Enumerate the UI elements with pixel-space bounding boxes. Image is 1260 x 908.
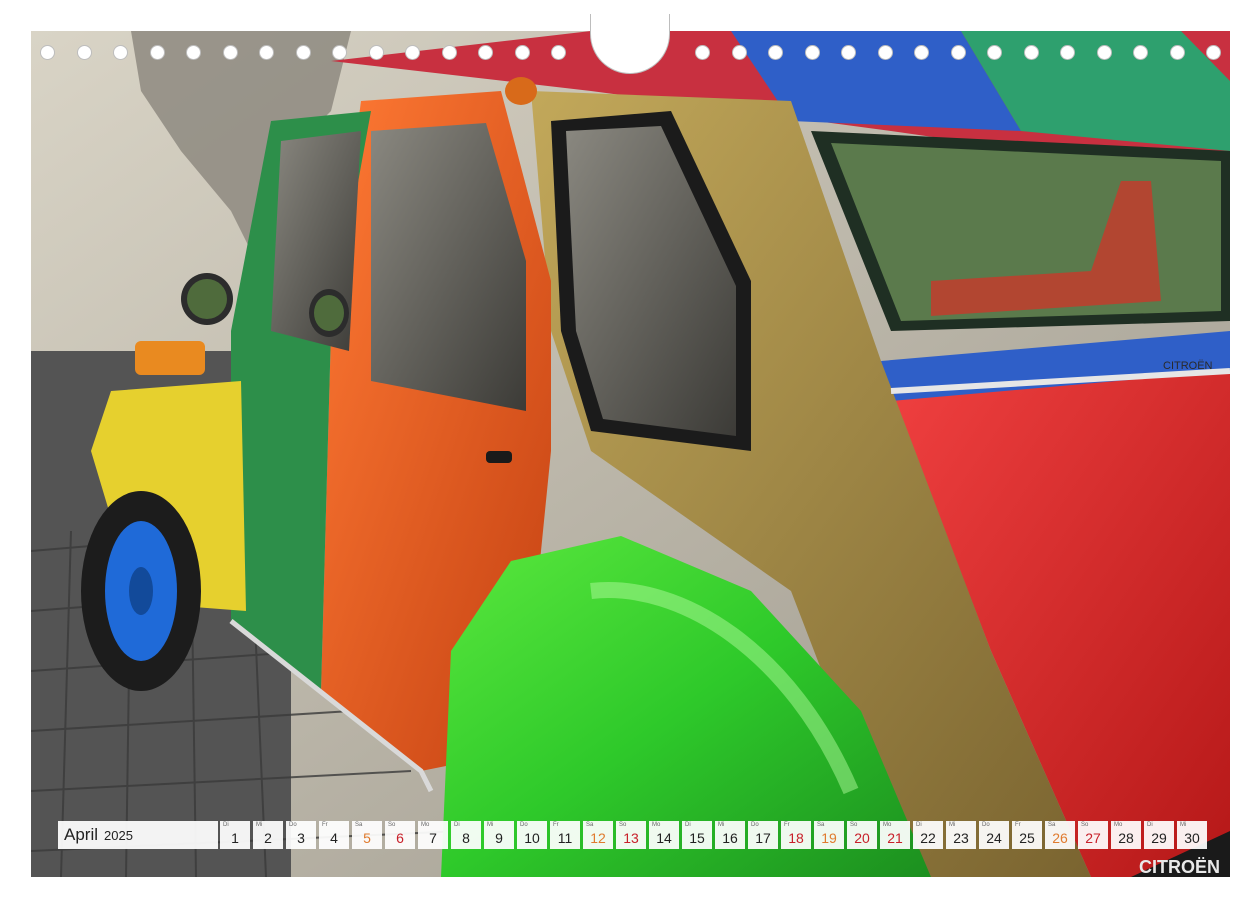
day-number: 16 bbox=[722, 830, 738, 846]
day-cell: Sa 19 bbox=[814, 821, 844, 849]
weekday-label: So bbox=[850, 822, 858, 828]
weekday-label: Di bbox=[916, 822, 922, 828]
day-number: 22 bbox=[920, 830, 936, 846]
day-number: 27 bbox=[1085, 830, 1101, 846]
weekday-label: Sa bbox=[817, 822, 825, 828]
weekday-label: Sa bbox=[586, 822, 594, 828]
weekday-label: Do bbox=[751, 822, 759, 828]
day-cell: Di 1 bbox=[220, 821, 250, 849]
day-cell: Mo 21 bbox=[880, 821, 910, 849]
day-number: 5 bbox=[363, 830, 371, 846]
weekday-label: Di bbox=[223, 822, 229, 828]
day-cell: Mi 30 bbox=[1177, 821, 1207, 849]
day-cell: Mo 28 bbox=[1111, 821, 1141, 849]
day-cell: Di 15 bbox=[682, 821, 712, 849]
day-cell: Mi 2 bbox=[253, 821, 283, 849]
day-number: 1 bbox=[231, 830, 239, 846]
day-cell: Mi 23 bbox=[946, 821, 976, 849]
day-number: 17 bbox=[755, 830, 771, 846]
day-cell: So 6 bbox=[385, 821, 415, 849]
rear-badge-text: CITROËN bbox=[1163, 360, 1213, 372]
citroen-2cv-illustration: CITROËN CITROËN bbox=[31, 31, 1230, 877]
day-cell: Do 10 bbox=[517, 821, 547, 849]
day-number: 18 bbox=[788, 830, 804, 846]
day-cell: Mi 9 bbox=[484, 821, 514, 849]
day-cell: So 20 bbox=[847, 821, 877, 849]
day-cell: Di 8 bbox=[451, 821, 481, 849]
weekday-label: So bbox=[619, 822, 627, 828]
day-number: 20 bbox=[854, 830, 870, 846]
day-number: 7 bbox=[429, 830, 437, 846]
day-number: 23 bbox=[953, 830, 969, 846]
weekday-label: Mo bbox=[421, 822, 430, 828]
weekday-label: Di bbox=[685, 822, 691, 828]
weekday-label: Fr bbox=[1015, 822, 1021, 828]
day-number: 11 bbox=[557, 830, 573, 846]
day-number: 10 bbox=[524, 830, 540, 846]
weekday-label: Sa bbox=[1048, 822, 1056, 828]
day-number: 29 bbox=[1151, 830, 1167, 846]
weekday-label: Mi bbox=[718, 822, 725, 828]
day-cell: Mo 14 bbox=[649, 821, 679, 849]
day-cell: Mi 16 bbox=[715, 821, 745, 849]
day-cell: Fr 11 bbox=[550, 821, 580, 849]
month-name: April bbox=[64, 825, 99, 844]
day-cell: Di 29 bbox=[1144, 821, 1174, 849]
weekday-label: So bbox=[1081, 822, 1089, 828]
weekday-label: Fr bbox=[784, 822, 790, 828]
day-cell: Do 24 bbox=[979, 821, 1009, 849]
weekday-label: Do bbox=[289, 822, 297, 828]
day-number: 21 bbox=[887, 830, 903, 846]
day-number: 30 bbox=[1184, 830, 1200, 846]
day-number: 25 bbox=[1019, 830, 1035, 846]
weekday-label: Fr bbox=[553, 822, 559, 828]
day-cell: Do 3 bbox=[286, 821, 316, 849]
month-label: April 2025 bbox=[58, 821, 218, 849]
weekday-label: Fr bbox=[322, 822, 328, 828]
weekday-label: Mi bbox=[1180, 822, 1187, 828]
weekday-label: Mo bbox=[883, 822, 892, 828]
day-number: 19 bbox=[821, 830, 837, 846]
day-cell: Do 17 bbox=[748, 821, 778, 849]
day-number: 24 bbox=[986, 830, 1002, 846]
weekday-label: Do bbox=[520, 822, 528, 828]
weekday-label: Mi bbox=[256, 822, 263, 828]
weekday-label: Mi bbox=[487, 822, 494, 828]
day-number: 6 bbox=[396, 830, 404, 846]
day-number: 2 bbox=[264, 830, 272, 846]
day-number: 28 bbox=[1118, 830, 1134, 846]
day-number: 15 bbox=[689, 830, 705, 846]
day-number: 12 bbox=[590, 830, 606, 846]
weekday-label: Do bbox=[982, 822, 990, 828]
weekday-label: Di bbox=[454, 822, 460, 828]
day-cell: Fr 4 bbox=[319, 821, 349, 849]
weekday-label: Mi bbox=[949, 822, 956, 828]
license-plate-text: CITROËN bbox=[1139, 857, 1220, 877]
weekday-label: Sa bbox=[355, 822, 363, 828]
weekday-label: Mo bbox=[1114, 822, 1123, 828]
day-number: 9 bbox=[495, 830, 503, 846]
day-cell: So 27 bbox=[1078, 821, 1108, 849]
day-cell: So 13 bbox=[616, 821, 646, 849]
day-number: 4 bbox=[330, 830, 338, 846]
year: 2025 bbox=[104, 827, 133, 843]
day-cell: Sa 12 bbox=[583, 821, 613, 849]
weekday-label: Mo bbox=[652, 822, 661, 828]
day-number: 8 bbox=[462, 830, 470, 846]
day-number: 3 bbox=[297, 830, 305, 846]
day-cell: Fr 18 bbox=[781, 821, 811, 849]
day-number: 13 bbox=[623, 830, 639, 846]
day-cell: Sa 5 bbox=[352, 821, 382, 849]
weekday-label: Di bbox=[1147, 822, 1153, 828]
day-cell: Mo 7 bbox=[418, 821, 448, 849]
day-cell: Sa 26 bbox=[1045, 821, 1075, 849]
day-cell: Di 22 bbox=[913, 821, 943, 849]
calendar-strip: April 2025 Di 1 Mi 2 Do 3 Fr 4 Sa 5 So 6 Mo 7 Di 8 Mi 9 Do… bbox=[58, 821, 1207, 849]
day-number: 14 bbox=[656, 830, 672, 846]
calendar-photo: CITROËN CITROËN bbox=[31, 31, 1230, 877]
weekday-label: So bbox=[388, 822, 396, 828]
day-cell: Fr 25 bbox=[1012, 821, 1042, 849]
day-number: 26 bbox=[1052, 830, 1068, 846]
